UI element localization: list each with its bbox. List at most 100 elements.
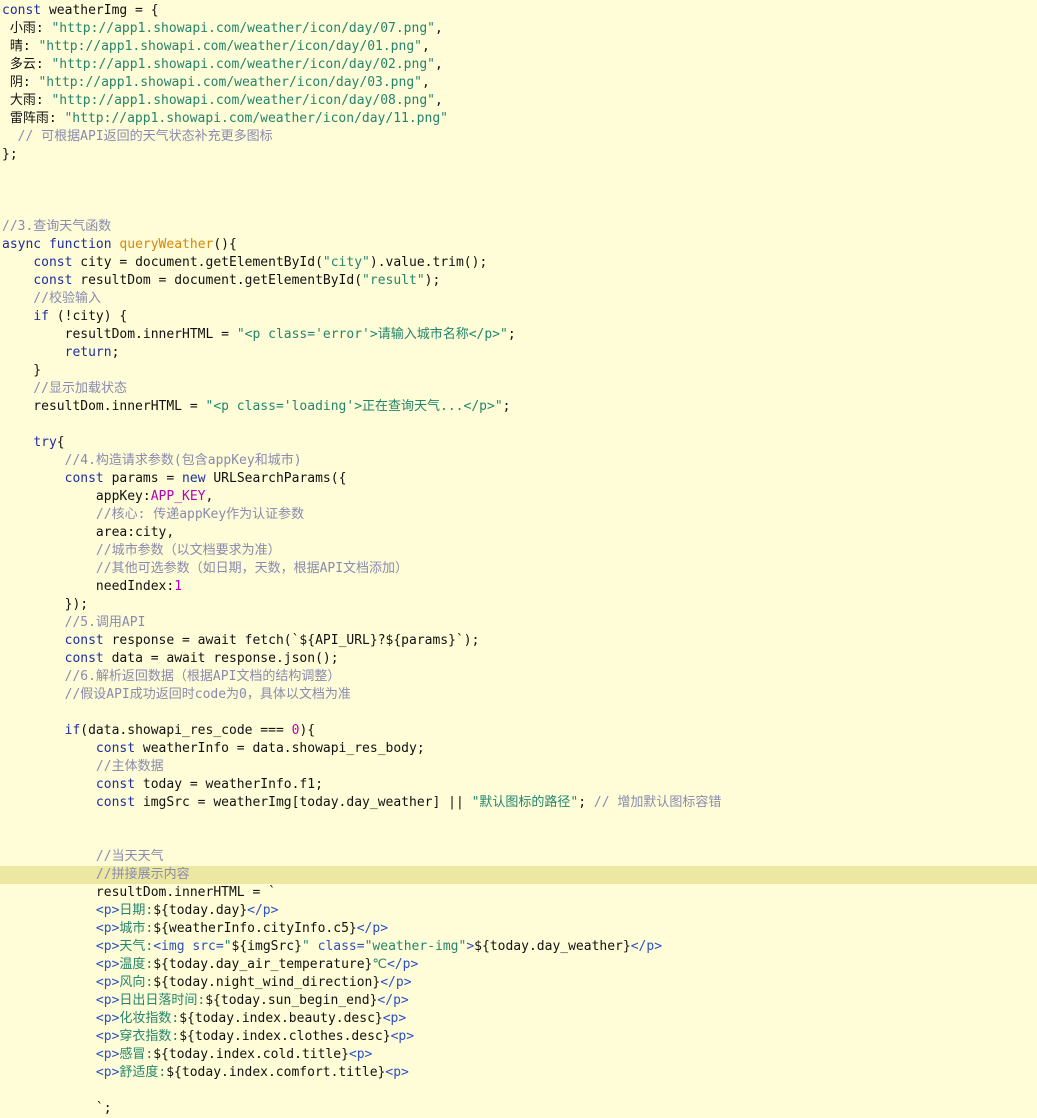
- code-line[interactable]: <p>化妆指数:${today.index.beauty.desc}<p>: [0, 1010, 1037, 1028]
- code-line[interactable]: 大雨: "http://app1.showapi.com/weather/ico…: [0, 92, 1037, 110]
- code-line[interactable]: const resultDom = document.getElementByI…: [0, 272, 1037, 290]
- code-line[interactable]: appKey:APP_KEY,: [0, 488, 1037, 506]
- code-token: "<p class='error'>请输入城市名称</p>": [236, 327, 508, 342]
- code-line[interactable]: [0, 812, 1037, 830]
- code-line[interactable]: resultDom.innerHTML = `: [0, 884, 1037, 902]
- code-line[interactable]: // 可根据API返回的天气状态补充更多图标: [0, 128, 1037, 146]
- code-token: </p>: [377, 993, 409, 1008]
- code-line[interactable]: //校验输入: [0, 290, 1037, 308]
- code-line[interactable]: resultDom.innerHTML = "<p class='error'>…: [0, 326, 1037, 344]
- code-line[interactable]: return;: [0, 344, 1037, 362]
- code-line[interactable]: //城市参数（以文档要求为准）: [0, 542, 1037, 560]
- code-line[interactable]: const data = await response.json();: [0, 650, 1037, 668]
- code-line[interactable]: const today = weatherInfo.f1;: [0, 776, 1037, 794]
- code-token: (){: [213, 237, 237, 252]
- code-token: ": [301, 939, 310, 954]
- code-token: {: [56, 435, 65, 450]
- code-token: ){: [299, 723, 316, 738]
- code-line[interactable]: <p>温度:${today.day_air_temperature}℃</p>: [0, 956, 1037, 974]
- code-line[interactable]: [0, 704, 1037, 722]
- code-line[interactable]: <p>日期:${today.day}</p>: [0, 902, 1037, 920]
- code-token: 温度:: [119, 957, 154, 972]
- code-line[interactable]: needIndex:1: [0, 578, 1037, 596]
- code-line[interactable]: [0, 182, 1037, 200]
- code-token: const: [33, 273, 73, 288]
- code-line[interactable]: //假设API成功返回时code为0，具体以文档为准: [0, 686, 1037, 704]
- code-line[interactable]: <p>天气:<img src="${imgSrc}" class="weathe…: [0, 938, 1037, 956]
- code-line[interactable]: [0, 830, 1037, 848]
- code-line[interactable]: //拼接展示内容: [0, 866, 1037, 884]
- code-token: <p>: [95, 993, 120, 1008]
- code-line[interactable]: });: [0, 596, 1037, 614]
- code-token: ${today.day}: [153, 903, 248, 918]
- code-token: });: [2, 597, 89, 612]
- code-line[interactable]: 阴: "http://app1.showapi.com/weather/icon…: [0, 74, 1037, 92]
- code-token: URLSearchParams({: [205, 471, 347, 486]
- code-token: const: [95, 777, 136, 792]
- code-line[interactable]: <p>感冒:${today.index.cold.title}<p>: [0, 1046, 1037, 1064]
- code-line[interactable]: //其他可选参数（如日期，天数，根据API文档添加）: [0, 560, 1037, 578]
- code-line[interactable]: 雷阵雨: "http://app1.showapi.com/weather/ic…: [0, 110, 1037, 128]
- code-token: "http://app1.showapi.com/weather/icon/da…: [51, 57, 435, 72]
- code-line[interactable]: //6.解析返回数据（根据API文档的结构调整）: [0, 668, 1037, 686]
- code-line[interactable]: <p>日出日落时间:${today.sun_begin_end}</p>: [0, 992, 1037, 1010]
- code-token: (!city) {: [48, 309, 128, 324]
- code-line[interactable]: //3.查询天气函数: [0, 218, 1037, 236]
- code-token: //假设API成功返回时code为0，具体以文档为准: [2, 687, 351, 702]
- code-line[interactable]: //当天天气: [0, 848, 1037, 866]
- code-line[interactable]: //4.构造请求参数(包含appKey和城市): [0, 452, 1037, 470]
- code-line[interactable]: //主体数据: [0, 758, 1037, 776]
- code-line[interactable]: `;: [0, 1100, 1037, 1118]
- code-token: ,: [435, 57, 443, 72]
- code-line[interactable]: <p>风向:${today.night_wind_direction}</p>: [0, 974, 1037, 992]
- code-token: <p>: [382, 1011, 407, 1026]
- code-line[interactable]: [0, 416, 1037, 434]
- code-line[interactable]: [0, 1082, 1037, 1100]
- code-token: //6.解析返回数据（根据API文档的结构调整）: [2, 669, 341, 684]
- code-token: 小雨:: [2, 21, 52, 36]
- code-line[interactable]: const weatherInfo = data.showapi_res_bod…: [0, 740, 1037, 758]
- code-line[interactable]: 多云: "http://app1.showapi.com/weather/ico…: [0, 56, 1037, 74]
- code-line[interactable]: }: [0, 362, 1037, 380]
- code-token: "http://app1.showapi.com/weather/icon/da…: [51, 93, 435, 108]
- code-line[interactable]: //核心: 传递appKey作为认证参数: [0, 506, 1037, 524]
- code-token: ,: [422, 39, 430, 54]
- code-token: 日出日落时间:: [119, 993, 206, 1008]
- code-line[interactable]: const params = new URLSearchParams({: [0, 470, 1037, 488]
- code-token: city = document.getElementById(: [72, 255, 323, 270]
- code-line[interactable]: };: [0, 146, 1037, 164]
- code-line[interactable]: 晴: "http://app1.showapi.com/weather/icon…: [0, 38, 1037, 56]
- code-editor[interactable]: const weatherImg = { 小雨: "http://app1.sh…: [0, 0, 1037, 1116]
- code-line[interactable]: 小雨: "http://app1.showapi.com/weather/ico…: [0, 20, 1037, 38]
- code-line[interactable]: <p>舒适度:${today.index.comfort.title}<p>: [0, 1064, 1037, 1082]
- code-line[interactable]: if(data.showapi_res_code === 0){: [0, 722, 1037, 740]
- code-line[interactable]: //显示加载状态: [0, 380, 1037, 398]
- code-line[interactable]: [0, 164, 1037, 182]
- code-line[interactable]: try{: [0, 434, 1037, 452]
- code-line[interactable]: if (!city) {: [0, 308, 1037, 326]
- code-token: </p>: [247, 903, 279, 918]
- code-token: resultDom.innerHTML =: [2, 327, 237, 342]
- code-token: <p>: [95, 957, 120, 972]
- code-line[interactable]: async function queryWeather(){: [0, 236, 1037, 254]
- code-token: data = await response.json();: [103, 651, 339, 666]
- code-line[interactable]: resultDom.innerHTML = "<p class='loading…: [0, 398, 1037, 416]
- code-token: "http://app1.showapi.com/weather/icon/da…: [51, 21, 435, 36]
- code-line[interactable]: //5.调用API: [0, 614, 1037, 632]
- code-line[interactable]: const imgSrc = weatherImg[today.day_weat…: [0, 794, 1037, 812]
- code-line[interactable]: [0, 200, 1037, 218]
- code-token: ${today.index.comfort.title}: [166, 1065, 386, 1080]
- code-line[interactable]: const weatherImg = {: [0, 2, 1037, 20]
- code-line[interactable]: area:city,: [0, 524, 1037, 542]
- code-line[interactable]: <p>城市:${weatherInfo.cityInfo.c5}</p>: [0, 920, 1037, 938]
- code-token: queryWeather: [119, 237, 214, 252]
- code-line[interactable]: const city = document.getElementById("ci…: [0, 254, 1037, 272]
- code-line[interactable]: const response = await fetch(`${API_URL}…: [0, 632, 1037, 650]
- code-line[interactable]: <p>穿衣指数:${today.index.clothes.desc}<p>: [0, 1028, 1037, 1046]
- code-token: today = weatherInfo.f1;: [135, 777, 323, 792]
